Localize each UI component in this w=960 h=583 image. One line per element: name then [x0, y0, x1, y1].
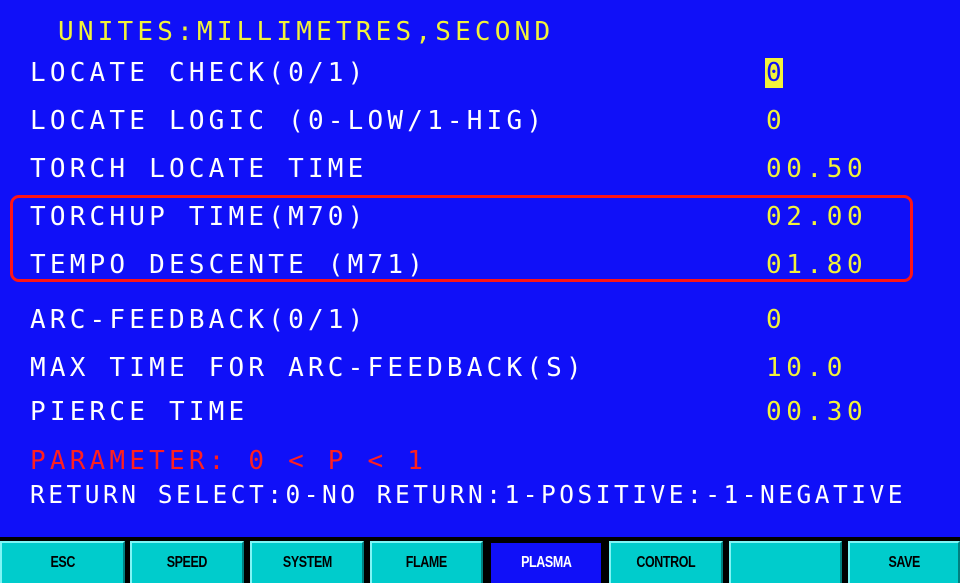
param-row-torch-locate-time[interactable]: TORCH LOCATE TIME 00.50: [0, 146, 960, 192]
param-value-input[interactable]: 0: [766, 102, 786, 140]
param-value-input[interactable]: 10.0: [766, 349, 847, 387]
param-row-max-time-arc-feedback[interactable]: MAX TIME FOR ARC-FEEDBACK(S) 10.0: [0, 345, 960, 391]
softkey-system[interactable]: SYSTEM: [250, 541, 364, 583]
softkey-blank[interactable]: [729, 541, 842, 583]
parameter-range-hint: PARAMETER: 0 < P < 1: [30, 446, 428, 476]
softkey-speed[interactable]: SPEED: [130, 541, 244, 583]
softkey-plasma[interactable]: PLASMA: [489, 541, 603, 583]
param-row-torchup-time[interactable]: TORCHUP TIME(M70) 02.00: [0, 194, 960, 240]
param-value-input[interactable]: 00.50: [766, 150, 867, 188]
parameter-info-line: RETURN SELECT:0-NO RETURN:1-POSITIVE:-1-…: [30, 480, 907, 509]
cnc-parameter-screen: UNITES:MILLIMETRES,SECOND LOCATE CHECK(0…: [0, 0, 960, 583]
param-label: TORCHUP TIME(M70): [30, 202, 368, 232]
param-value-input[interactable]: 02.00: [766, 198, 867, 236]
param-value-input[interactable]: 01.80: [766, 246, 867, 284]
param-row-arc-feedback[interactable]: ARC-FEEDBACK(0/1) 0: [0, 297, 960, 343]
param-label: MAX TIME FOR ARC-FEEDBACK(S): [30, 353, 586, 383]
param-value-input[interactable]: 00.30: [766, 393, 867, 431]
param-row-pierce-time[interactable]: PIERCE TIME 00.30: [0, 389, 960, 435]
param-label: PIERCE TIME: [30, 397, 249, 427]
softkey-bar: ESC SPEED SYSTEM FLAME PLASMA CONTROL SA…: [0, 537, 960, 583]
param-row-locate-check[interactable]: LOCATE CHECK(0/1) 0: [0, 50, 960, 96]
param-value-input[interactable]: 0: [765, 58, 783, 88]
param-label: LOCATE LOGIC (0-LOW/1-HIG): [30, 106, 547, 136]
param-row-tempo-descente[interactable]: TEMPO DESCENTE (M71) 01.80: [0, 242, 960, 288]
param-label: LOCATE CHECK(0/1): [30, 58, 368, 88]
param-row-locate-logic[interactable]: LOCATE LOGIC (0-LOW/1-HIG) 0: [0, 98, 960, 144]
softkey-flame[interactable]: FLAME: [370, 541, 483, 583]
softkey-save[interactable]: SAVE: [848, 541, 960, 583]
param-value-input[interactable]: 0: [766, 301, 786, 339]
param-label: TORCH LOCATE TIME: [30, 154, 368, 184]
units-header: UNITES:MILLIMETRES,SECOND: [58, 17, 555, 47]
softkey-esc[interactable]: ESC: [0, 541, 125, 583]
param-label: ARC-FEEDBACK(0/1): [30, 305, 368, 335]
param-label: TEMPO DESCENTE (M71): [30, 250, 428, 280]
softkey-control[interactable]: CONTROL: [609, 541, 723, 583]
